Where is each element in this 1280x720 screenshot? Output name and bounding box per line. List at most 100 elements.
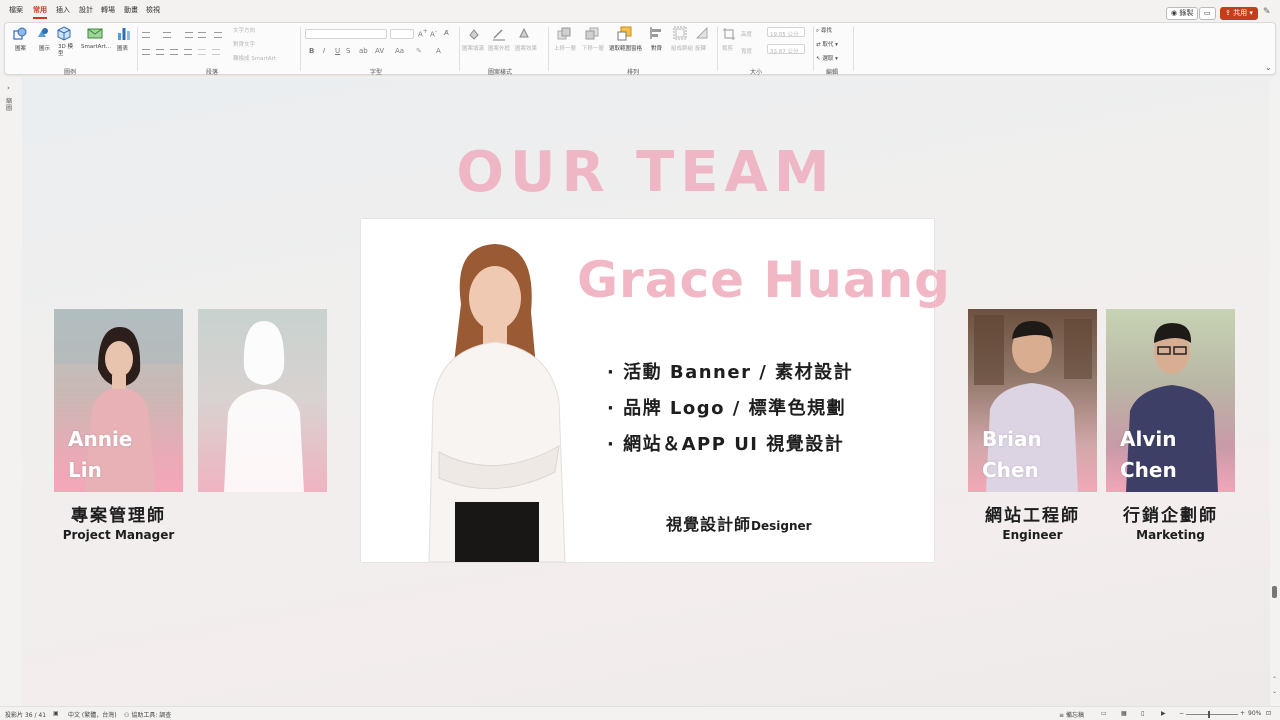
scroll-down-icon[interactable]: ⌄	[1272, 688, 1277, 695]
slide-sorter-icon[interactable]: ▦	[1121, 710, 1127, 717]
rotate-button[interactable]: 旋轉	[695, 44, 706, 52]
zoom-slider-thumb[interactable]	[1208, 711, 1210, 718]
align-text-button[interactable]: 對齊文字	[233, 40, 255, 48]
underline-icon[interactable]: U	[335, 47, 340, 55]
slideshow-icon[interactable]: ▶	[1161, 710, 1166, 717]
group-icon[interactable]	[673, 26, 687, 40]
shape-outline-button[interactable]: 圖案外框	[488, 44, 510, 52]
align-button[interactable]: 對齊	[651, 44, 662, 52]
scrollbar-thumb[interactable]	[1272, 586, 1277, 598]
normal-view-icon[interactable]: ▭	[1101, 710, 1107, 717]
accessibility-button[interactable]: ⚇ 協助工具: 調查	[124, 710, 171, 719]
rotate-icon[interactable]	[695, 26, 709, 40]
language-indicator[interactable]: 中文 (繁體，台灣)	[68, 710, 117, 719]
strikethrough-icon[interactable]: ab	[359, 47, 368, 55]
numbering-icon[interactable]	[163, 32, 171, 38]
notes-button[interactable]: ≡ 備忘稿	[1059, 710, 1084, 719]
columns-icon[interactable]	[198, 49, 206, 55]
convert-smartart-button[interactable]: 轉換成 SmartArt	[233, 54, 276, 62]
scroll-up-icon[interactable]: ⌃	[1272, 676, 1277, 683]
crop-button[interactable]: 裁剪	[722, 44, 733, 52]
font-color-icon[interactable]: A	[436, 47, 441, 55]
3d-model-icon[interactable]	[57, 26, 71, 41]
rtl-icon[interactable]	[212, 49, 220, 55]
share-button[interactable]: ⇪ 共用 ▾	[1220, 7, 1258, 20]
slide-canvas[interactable]: OUR TEAM Annie Lin 專案管理師 Project Manager	[22, 78, 1270, 706]
align-center-icon[interactable]	[156, 49, 164, 55]
change-case-icon[interactable]: Aa	[395, 47, 404, 55]
reading-view-icon[interactable]: ▯	[1141, 710, 1144, 717]
tab-file[interactable]: 檔案	[9, 5, 23, 15]
shapes-button[interactable]: 圖案	[15, 44, 26, 52]
tab-design[interactable]: 設計	[79, 5, 93, 15]
shape-outline-icon[interactable]	[492, 27, 506, 41]
expand-thumbnails-icon[interactable]: ›	[7, 84, 10, 92]
zoom-slider[interactable]	[1186, 711, 1238, 718]
spacing-icon[interactable]: AV	[375, 47, 384, 55]
member-photo-annie[interactable]: Annie Lin	[54, 309, 183, 492]
height-field[interactable]: 19.05 公分	[767, 27, 805, 38]
line-spacing-icon[interactable]	[214, 32, 222, 38]
comments-button[interactable]: ▭	[1199, 7, 1216, 20]
smartart-icon[interactable]	[87, 27, 103, 40]
shadow-icon[interactable]: S	[346, 47, 350, 55]
align-right-icon[interactable]	[170, 49, 178, 55]
tab-view[interactable]: 檢視	[146, 5, 160, 15]
zoom-in-icon[interactable]: +	[1240, 710, 1245, 717]
zoom-out-icon[interactable]: −	[1179, 710, 1184, 717]
tab-transitions[interactable]: 轉場	[101, 5, 115, 15]
crop-icon[interactable]	[722, 27, 736, 41]
justify-icon[interactable]	[184, 49, 192, 55]
bold-icon[interactable]: B	[309, 47, 314, 55]
tab-animations[interactable]: 動畫	[124, 5, 138, 15]
bullets-icon[interactable]	[142, 32, 150, 38]
send-backward-icon[interactable]	[585, 27, 599, 40]
send-backward-button[interactable]: 下移一層	[582, 44, 604, 52]
chart-icon[interactable]	[117, 26, 131, 41]
collapse-ribbon-icon[interactable]: ⌄	[1265, 63, 1272, 72]
increase-indent-icon[interactable]	[198, 32, 206, 38]
select-button[interactable]: ↖ 選取 ▾	[816, 54, 838, 62]
highlight-icon[interactable]: ✎	[416, 47, 422, 55]
record-button[interactable]: ◉ 錄製	[1166, 7, 1199, 20]
smartart-button[interactable]: SmartArt...	[81, 44, 111, 50]
shape-fill-button[interactable]: 圖案填滿	[462, 44, 484, 52]
featured-member-card[interactable]: Grace Huang · 活動 Banner / 素材設計 · 品牌 Logo…	[361, 219, 950, 562]
shrink-font-icon[interactable]: A-	[430, 29, 437, 38]
grow-font-icon[interactable]: A+	[418, 29, 428, 38]
bring-forward-icon[interactable]	[557, 27, 571, 40]
icons-button[interactable]: 圖示	[39, 44, 50, 52]
tab-insert[interactable]: 插入	[56, 5, 70, 15]
width-field[interactable]: 33.87 公分	[767, 44, 805, 55]
bring-forward-button[interactable]: 上移一層	[554, 44, 576, 52]
selection-pane-icon[interactable]	[617, 26, 633, 41]
member-photo-alvin[interactable]: Alvin Chen	[1106, 309, 1235, 492]
vertical-scrollbar[interactable]: ⌃ ⌄	[1270, 78, 1280, 706]
align-left-icon[interactable]	[142, 49, 150, 55]
pen-icon[interactable]: ✎	[1263, 7, 1271, 17]
chart-button[interactable]: 圖表	[117, 44, 128, 52]
shape-effects-button[interactable]: 圖案效果	[515, 44, 537, 52]
shape-fill-icon[interactable]	[467, 27, 481, 41]
thumbnail-rail-label[interactable]: 縮圖	[6, 98, 13, 112]
font-family-select[interactable]	[305, 29, 387, 39]
selection-pane-button[interactable]: 選取範圍窗格	[609, 44, 642, 52]
zoom-level[interactable]: 90%	[1248, 710, 1261, 717]
find-button[interactable]: ⌕ 尋找	[816, 26, 832, 35]
tab-home[interactable]: 常用	[33, 5, 47, 19]
decrease-indent-icon[interactable]	[185, 32, 193, 38]
3d-model-button[interactable]: 3D 模型	[58, 44, 76, 58]
shape-effects-icon[interactable]	[517, 27, 531, 41]
group-button[interactable]: 組成群組	[671, 44, 693, 52]
spell-check-icon[interactable]: ▣	[53, 710, 59, 717]
member-photo-placeholder[interactable]	[198, 309, 327, 492]
member-photo-brian[interactable]: Brian Chen	[968, 309, 1097, 492]
replace-button[interactable]: ⇄ 取代 ▾	[816, 40, 838, 48]
clear-format-icon[interactable]: A̸	[444, 29, 449, 37]
shapes-icon[interactable]	[13, 27, 27, 41]
italic-icon[interactable]: I	[323, 47, 325, 55]
text-direction-button[interactable]: 文字方向	[233, 26, 255, 34]
icons-icon[interactable]	[35, 27, 49, 41]
font-size-select[interactable]	[390, 29, 414, 39]
align-icon[interactable]	[649, 26, 663, 40]
